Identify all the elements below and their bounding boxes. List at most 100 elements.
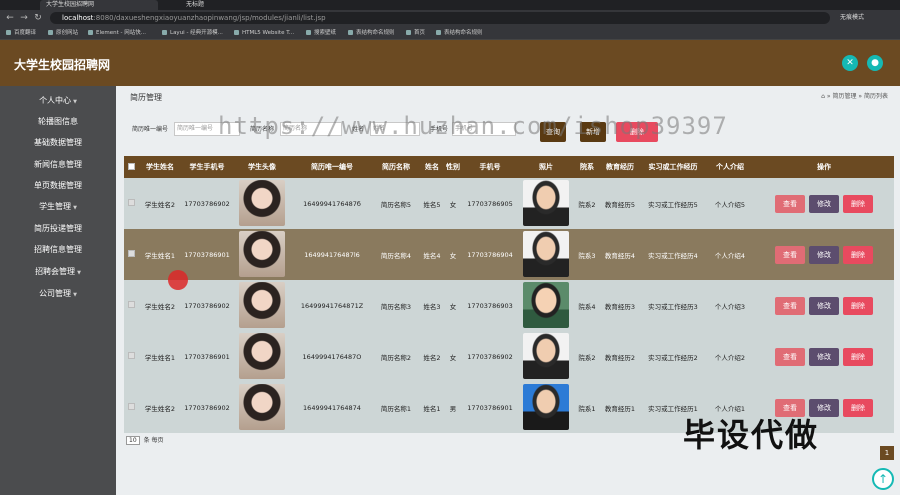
column-header: 简历唯一编号 [311,163,353,171]
bookmark[interactable]: 百度翻译 [6,26,36,40]
row-checkbox[interactable] [127,352,135,359]
sidebar-item-label: 学生管理 [39,202,72,211]
cell-resume-name: 简历名称3 [380,302,412,311]
column-header: 实习或工作经历 [648,163,698,171]
row-checkbox[interactable] [127,250,135,257]
cell-phone: 17703786904 [467,250,513,259]
bookmark[interactable]: Element - 网站快... [88,26,146,40]
breadcrumb-sep: » [858,93,863,100]
bookmark[interactable]: Layui - 经典开源模... [162,26,223,40]
sidebar-item-carousel[interactable]: 轮播图信息 [0,115,116,129]
url-input[interactable]: localhost:8080/daxueshengxiaoyuanzhaopin… [50,12,830,24]
table-row[interactable]: 学生姓名2 17703786902 16499941764871Z 简历名称3 … [124,280,894,331]
column-header: 手机号 [479,163,501,171]
sidebar-item-job-fair[interactable]: 招聘会管理 ▼ [0,265,116,279]
delete-button[interactable]: 删除 [843,245,873,264]
bookmark[interactable]: 原创网站 [48,26,78,40]
filter-label: 简历唯一编号 [132,126,169,133]
checkbox[interactable] [127,162,135,170]
row-checkbox[interactable] [127,403,135,410]
cell-resume-name: 简历名称1 [380,404,412,413]
user-icon[interactable]: ● [867,55,883,71]
browser-tab-active[interactable]: 大学生校园招聘网 [40,0,158,10]
table-row[interactable]: 学生姓名1 17703786901 1649994176487O 简历名称2 姓… [124,331,894,382]
browser-tabbar: 大学生校园招聘网 无标题 [0,0,900,10]
column-header: 性别 [446,163,460,171]
bookmarks-bar: 百度翻译 原创网站 Element - 网站快... Layui - 经典开源模… [0,26,900,40]
reload-icon[interactable]: ↻ [32,12,44,24]
page-number-button[interactable]: 1 [880,446,894,460]
cell-student-name: 学生姓名2 [144,404,176,413]
back-to-top-icon[interactable]: ↑ [872,468,894,490]
home-icon[interactable]: ⌂ [821,93,825,100]
table-row[interactable]: 学生姓名1 17703786901 164994176487l6 简历名称4 姓… [124,229,894,280]
cell-gender: 女 [449,302,457,311]
edit-button[interactable]: 修改 [809,194,839,213]
column-header: 个人介绍 [716,163,744,171]
view-button[interactable]: 查看 [775,194,805,213]
sidebar-item-company[interactable]: 公司管理 ▼ [0,287,116,301]
expand-icon[interactable]: ✕ [842,55,858,71]
sidebar-item-news[interactable]: 新闻信息管理 [0,158,116,172]
back-icon[interactable]: ← [4,12,16,24]
sidebar-item-single-page[interactable]: 单页数据管理 [0,179,116,193]
cell-phone: 17703786902 [467,352,513,361]
view-button[interactable]: 查看 [775,296,805,315]
incognito-label[interactable]: 无痕模式 [840,12,864,24]
cell-exp: 实习或工作经历4 [648,251,698,260]
sidebar-item-resume-delivery[interactable]: 简历投递管理 [0,222,116,236]
edit-button[interactable]: 修改 [809,347,839,366]
edit-button[interactable]: 修改 [809,296,839,315]
app-title: 大学生校园招聘网 [14,58,111,72]
select-all-checkbox[interactable] [124,156,138,178]
cell-resume-name: 简历名称5 [380,200,412,209]
cell-dept: 院系4 [578,302,596,311]
student-avatar [239,332,285,379]
page-size-select[interactable]: 10 [126,436,140,445]
breadcrumb-section[interactable]: 简历管理 [832,93,856,100]
bookmark[interactable]: 首页 [406,26,425,40]
delete-button[interactable]: 删除 [843,347,873,366]
view-button[interactable]: 查看 [775,245,805,264]
cell-gender: 男 [449,404,457,413]
sidebar-item-label: 轮播图信息 [38,117,78,126]
cell-edu: 教育经历2 [604,353,636,362]
browser-tab[interactable]: 无标题 [180,0,280,10]
cell-exp: 实习或工作经历5 [648,200,698,209]
resume-photo [523,383,569,430]
cell-name: 姓名1 [423,404,441,413]
cell-resume-name: 简历名称4 [380,251,412,260]
sidebar-item-label: 公司管理 [39,289,72,298]
sidebar-item-label: 新闻信息管理 [34,160,82,169]
view-button[interactable]: 查看 [775,347,805,366]
bookmark[interactable]: 搜索壁纸 [306,26,336,40]
chevron-down-icon: ▼ [77,270,81,276]
cell-name: 姓名4 [423,251,441,260]
delete-button[interactable]: 删除 [843,296,873,315]
sidebar-item-students[interactable]: 学生管理 ▼ [0,200,116,214]
cell-dept: 院系1 [578,404,596,413]
cell-student-name: 学生姓名1 [144,353,176,362]
delete-button[interactable]: 删除 [843,398,873,417]
cell-phone: 17703786905 [467,199,513,208]
bookmark[interactable]: HTML5 Website T... [234,26,294,40]
row-checkbox[interactable] [127,301,135,308]
address-bar-row: ← → ↻ localhost:8080/daxueshengxiaoyuanz… [0,10,900,26]
sidebar-item-recruitment[interactable]: 招聘信息管理 [0,243,116,257]
sidebar-item-personal-center[interactable]: 个人中心 ▼ [0,94,116,108]
sidebar-item-label: 招聘会管理 [35,267,76,276]
bookmark[interactable]: 表结构命名规则 [436,26,483,40]
cell-student-phone: 17703786902 [184,199,230,208]
page-size-suffix: 条 每页 [143,437,164,444]
chevron-down-icon: ▼ [73,292,77,298]
table-row[interactable]: 学生姓名2 17703786902 1649994176487б 简历名称5 姓… [124,178,894,229]
forward-icon[interactable]: → [18,12,30,24]
cell-student-name: 学生姓名2 [144,200,176,209]
cell-dept: 院系2 [578,200,596,209]
delete-button[interactable]: 删除 [843,194,873,213]
bookmark[interactable]: 表结构命名规则 [348,26,395,40]
row-checkbox[interactable] [127,199,135,206]
sidebar-item-base-data[interactable]: 基础数据管理 [0,136,116,150]
edit-button[interactable]: 修改 [809,245,839,264]
cell-phone: 17703786903 [467,301,513,310]
